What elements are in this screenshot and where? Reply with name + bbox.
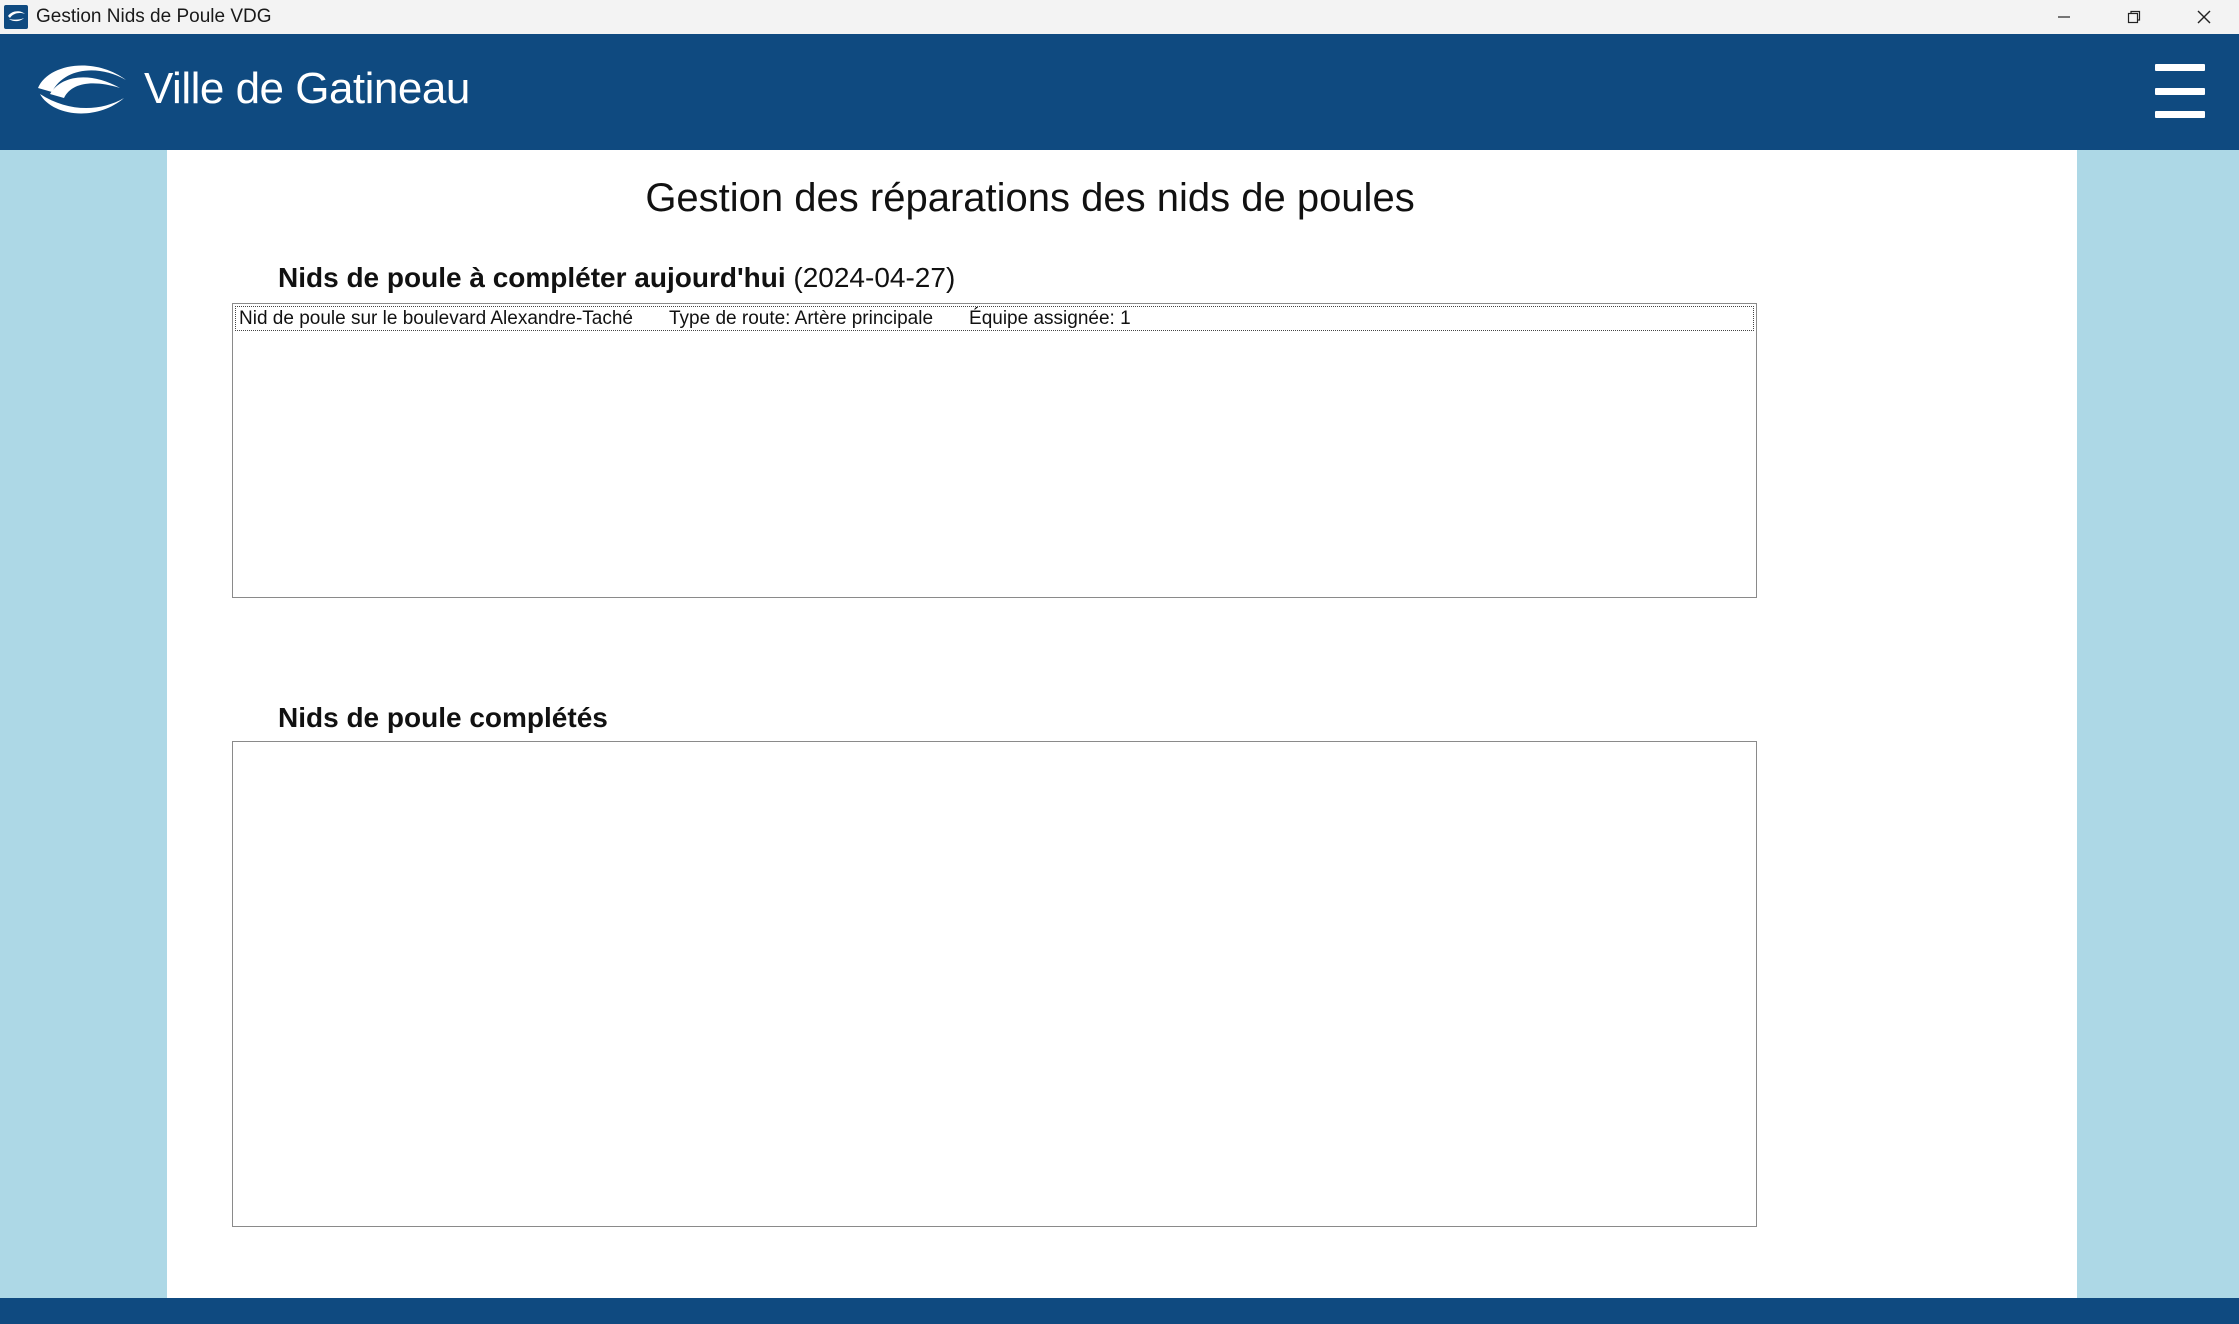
- close-button[interactable]: [2169, 0, 2239, 34]
- completed-section-label: Nids de poule complétés: [278, 702, 608, 734]
- menu-bar: [2155, 111, 2205, 118]
- logo-text: Ville de Gatineau: [144, 64, 470, 113]
- window-title: Gestion Nids de Poule VDG: [36, 6, 272, 27]
- assigned-team: Équipe assignée: 1: [969, 307, 1131, 329]
- todo-section-title: Nids de poule à compléter aujourd'hui: [278, 262, 786, 293]
- pothole-name: Nid de poule sur le boulevard Alexandre-…: [239, 307, 633, 329]
- completed-section-title: Nids de poule complétés: [278, 702, 608, 733]
- menu-bar: [2155, 87, 2205, 95]
- app-header: Ville de Gatineau: [0, 34, 2239, 150]
- ville-de-gatineau-logo: Ville de Gatineau: [34, 58, 470, 120]
- todo-section-label: Nids de poule à compléter aujourd'hui (2…: [278, 262, 955, 294]
- app-footer: [0, 1298, 2239, 1324]
- main-panel: Gestion des réparations des nids de poul…: [167, 150, 2077, 1298]
- todo-section-date: (2024-04-27): [793, 262, 956, 293]
- wave-logo-icon: [38, 65, 126, 114]
- completed-potholes-list[interactable]: [232, 741, 1757, 1227]
- restore-button[interactable]: [2099, 0, 2169, 34]
- restore-icon: [2127, 10, 2141, 24]
- window-controls: [2029, 0, 2239, 34]
- todo-potholes-list[interactable]: Nid de poule sur le boulevard Alexandre-…: [232, 303, 1757, 598]
- window-titlebar: Gestion Nids de Poule VDG: [0, 0, 2239, 34]
- road-type: Type de route: Artère principale: [668, 307, 934, 329]
- list-item[interactable]: Nid de poule sur le boulevard Alexandre-…: [235, 306, 1754, 331]
- close-icon: [2197, 10, 2211, 24]
- page-title: Gestion des réparations des nids de poul…: [645, 176, 1415, 220]
- minimize-button[interactable]: [2029, 0, 2099, 34]
- menu-bar: [2155, 64, 2205, 71]
- hamburger-menu-icon[interactable]: [2155, 64, 2205, 118]
- app-icon: [4, 5, 28, 29]
- minimize-icon: [2058, 16, 2070, 18]
